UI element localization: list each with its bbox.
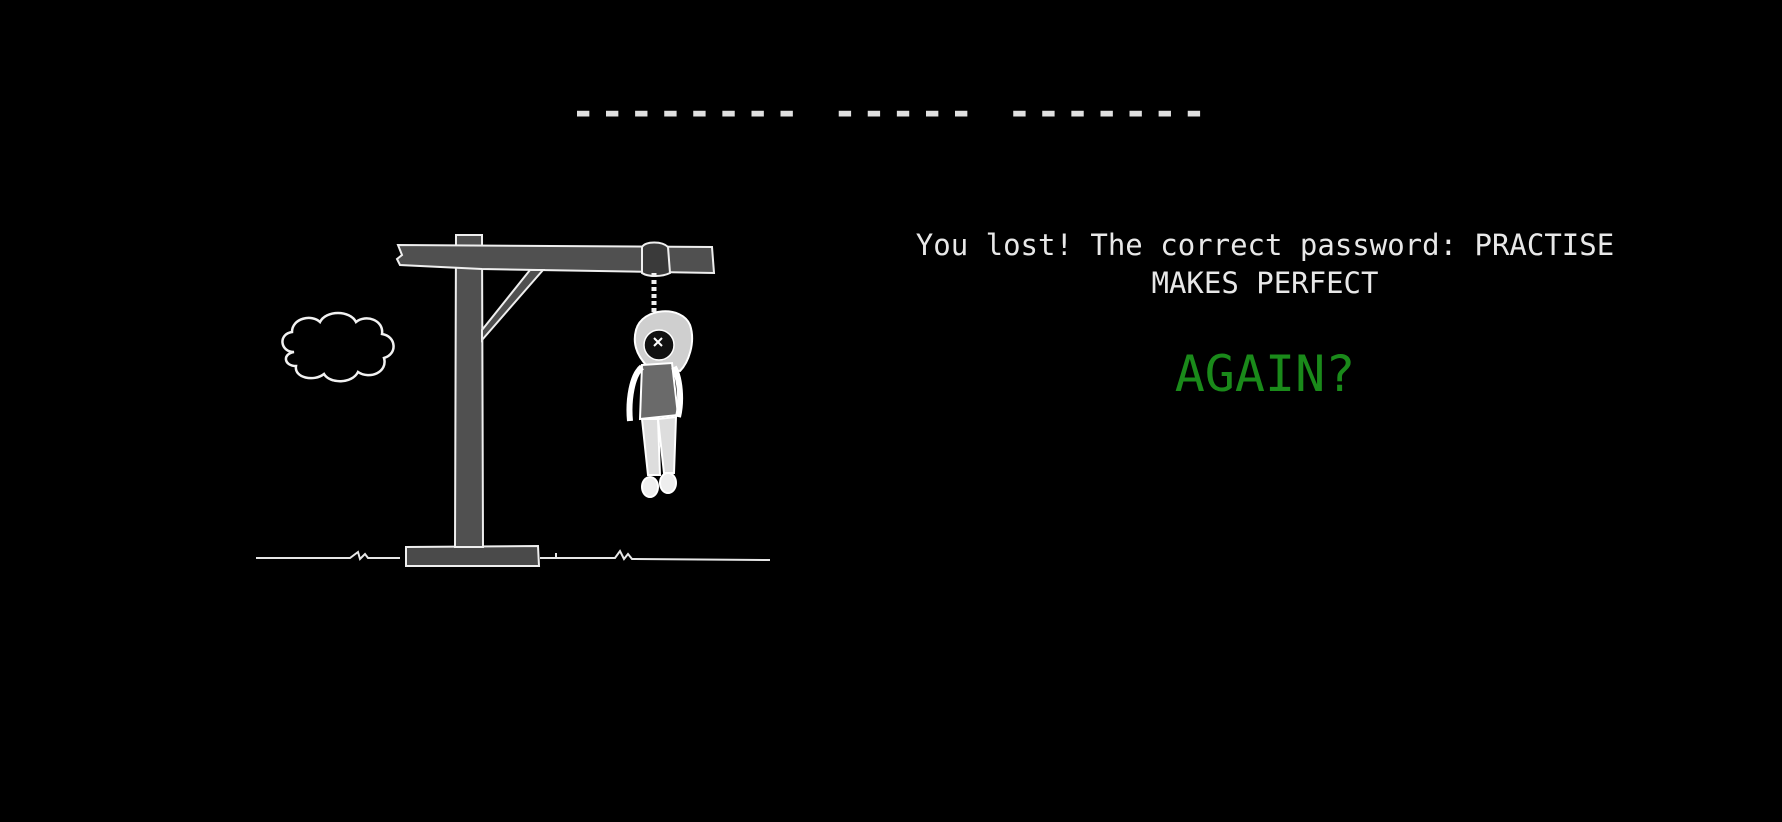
cloud-icon bbox=[274, 308, 400, 388]
gallows-scene bbox=[250, 225, 780, 575]
password-mask: -------- ----- ------- bbox=[571, 89, 1211, 135]
again-button[interactable]: AGAIN? bbox=[1175, 346, 1356, 402]
gallows-hanged-man-icon bbox=[256, 234, 771, 567]
result-panel: You lost! The correct password: PRACTISE… bbox=[900, 226, 1630, 402]
result-message: You lost! The correct password: PRACTISE… bbox=[915, 228, 1615, 300]
